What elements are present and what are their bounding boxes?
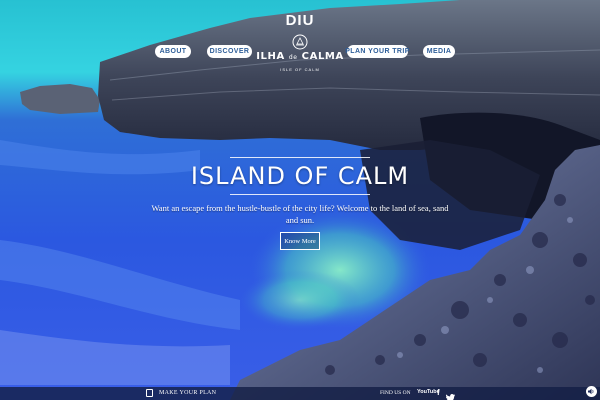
logo-main-small: de [288,54,298,61]
make-your-plan-label: MAKE YOUR PLAN [159,390,217,396]
footer-bar: MAKE YOUR PLAN FIND US ON YouTube f [0,387,600,402]
logo-top-text: DIU [285,12,315,29]
nav-plan-your-trip-link[interactable]: PLAN YOUR TRIP [345,45,409,58]
logo-subtitle: ISLE OF CALM [280,67,320,72]
hero-bottom-divider [230,194,370,195]
find-us-on-label: FIND US ON [380,390,411,396]
hero-description: Want an escape from the hustle-bustle of… [151,203,449,225]
calendar-icon [146,389,153,397]
facebook-icon[interactable]: f [437,388,440,397]
nav-media-link[interactable]: MEDIA [423,45,455,58]
emblem-icon [292,34,308,50]
logo-wordmark: ILHA de CALMA [250,51,350,64]
logo-main-post: CALMA [297,51,344,62]
twitter-icon[interactable] [445,389,455,407]
hero-title: ISLAND OF CALM [190,162,410,190]
logo-main-pre: ILHA [256,51,289,62]
make-your-plan-link[interactable]: MAKE YOUR PLAN [146,389,216,397]
sound-icon[interactable] [586,386,597,397]
nav-discover-link[interactable]: DISCOVER [207,45,252,58]
site-logo[interactable]: DIU ILHA de CALMA ISLE OF CALM [250,12,350,72]
nav-about-link[interactable]: ABOUT [155,45,191,58]
know-more-button[interactable]: Know More [280,232,320,250]
hero-top-divider [230,157,370,158]
